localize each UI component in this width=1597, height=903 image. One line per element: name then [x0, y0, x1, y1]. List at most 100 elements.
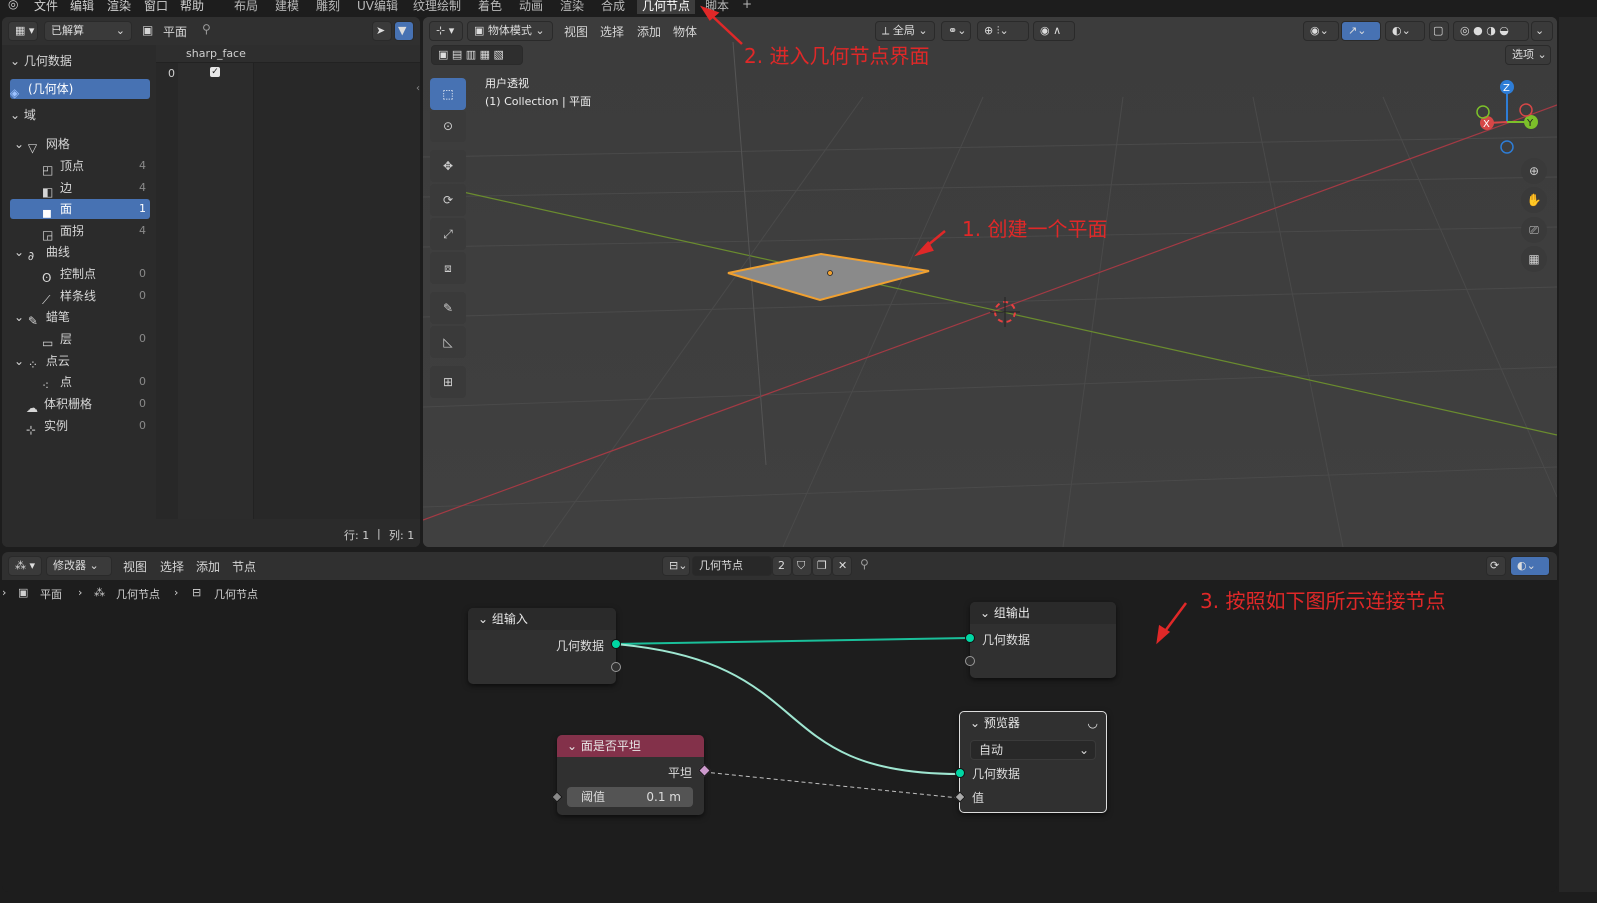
domain-dropdown[interactable]: 自动 ⌄ — [970, 740, 1096, 760]
tree-item-spline[interactable]: ⟋ 样条线 0 — [42, 286, 150, 307]
menu-render[interactable]: 渲染 — [107, 0, 131, 14]
geometry-input-socket[interactable] — [955, 768, 965, 778]
proportional-edit-icon[interactable]: ◉ ∧ — [1033, 21, 1075, 41]
transform-tool[interactable]: ⧈ — [430, 252, 466, 284]
zoom-icon[interactable]: ⊕ — [1521, 158, 1547, 184]
tab-compositing[interactable]: 合成 — [601, 0, 625, 14]
column-header[interactable]: sharp_face — [186, 47, 246, 60]
tab-scripting[interactable]: 脚本 — [705, 0, 729, 14]
perspective-grid-icon[interactable]: ▦ — [1521, 246, 1547, 272]
tree-item-grease-pencil[interactable]: ⌄ ✎ 蜡笔 — [14, 307, 150, 328]
tree-item-mesh[interactable]: ⌄ ▽ 网格 — [14, 134, 150, 155]
visibility-icon[interactable]: ◉⌄ — [1303, 21, 1339, 41]
transform-orientation-dropdown[interactable]: ⟂ 全局 ⌄ — [875, 21, 935, 41]
collapse-arrow-icon[interactable]: ‹ — [416, 83, 420, 94]
options-dropdown[interactable]: 选项 ⌄ — [1505, 45, 1551, 65]
cursor-tool[interactable]: ⊙ — [430, 110, 466, 142]
domain-section[interactable]: ⌄ 域 — [10, 105, 150, 125]
eval-mode-dropdown[interactable]: 已解算 ⌄ — [44, 21, 132, 41]
scale-tool[interactable]: ⤢ — [430, 218, 466, 250]
geometry-output-socket[interactable] — [611, 639, 621, 649]
tree-count: 0 — [139, 289, 146, 302]
move-tool[interactable]: ✥ — [430, 150, 466, 182]
add-workspace-button[interactable]: + — [742, 0, 752, 11]
menu-select[interactable]: 选择 — [600, 23, 624, 40]
select-box-tool[interactable]: ⬚ — [430, 78, 466, 110]
node-header[interactable]: ⌄ 组输出 — [970, 602, 1116, 624]
snap-icon[interactable]: ⊕ ⫶⌄ — [977, 21, 1029, 41]
editor-type-button[interactable]: ⊹ ▾ — [429, 21, 463, 41]
domain-title: 域 — [23, 108, 36, 122]
menu-edit[interactable]: 编辑 — [70, 0, 94, 14]
geometry-input-socket[interactable] — [965, 633, 975, 643]
menu-add[interactable]: 添加 — [637, 23, 661, 40]
tree-item-layer[interactable]: ▭ 层 0 — [42, 329, 150, 350]
annotation-step3: 3. 按照如下图所示连接节点 — [1200, 589, 1446, 613]
options-label: 选项 — [1512, 48, 1534, 61]
socket-label: 几何数据 — [972, 767, 1021, 781]
tab-layout[interactable]: 布局 — [234, 0, 258, 14]
menu-object[interactable]: 物体 — [673, 23, 697, 40]
shading-mode-group[interactable]: ◎ ● ◑ ◒ — [1453, 21, 1529, 41]
menu-view[interactable]: 视图 — [564, 23, 588, 40]
gizmo-toggle-icon[interactable]: ↗⌄ — [1341, 21, 1381, 41]
tree-item-point-cloud[interactable]: ⌄ ⁘ 点云 — [14, 351, 150, 372]
node-header[interactable]: ⌄ 组输入 — [468, 608, 616, 630]
3d-viewport[interactable]: ⊹ ▾ ▣ 物体模式 ⌄ 视图 选择 添加 物体 ⟂ 全局 ⌄ ⚭⌄ ⊕ ⫶⌄ … — [423, 17, 1557, 547]
geometry-item[interactable]: ◈ (几何体) — [10, 79, 150, 100]
empty-input-socket[interactable] — [965, 656, 975, 666]
chevron-down-icon: ⌄ — [14, 245, 25, 259]
rotate-tool[interactable]: ⟳ — [430, 184, 466, 216]
tree-item-edge[interactable]: ◧ 边 4 — [42, 178, 150, 199]
viewer-eye-icon[interactable]: ◡ — [1088, 712, 1098, 734]
menu-help[interactable]: 帮助 — [180, 0, 204, 14]
viewer-node[interactable]: ⌄ 预览器 ◡ 自动 ⌄ 几何数据 值 — [954, 711, 1107, 813]
group-input-node[interactable]: ⌄ 组输入 几何数据 — [468, 608, 621, 684]
select-mode-group[interactable]: ▣ ▤ ▥ ▦ ▧ — [431, 45, 523, 65]
tree-item-vertex[interactable]: ◰ 顶点 4 — [42, 156, 150, 177]
tab-rendering[interactable]: 渲染 — [560, 0, 584, 14]
tree-item-face[interactable]: ◼ 面 1 — [10, 199, 150, 220]
tab-uv-editing[interactable]: UV编辑 — [357, 0, 398, 14]
filter-icon[interactable]: ▼ — [394, 21, 414, 41]
tab-animation[interactable]: 动画 — [519, 0, 543, 14]
menu-file[interactable]: 文件 — [34, 0, 58, 14]
xray-icon[interactable]: ▢ — [1429, 21, 1449, 41]
tab-texture-paint[interactable]: 纹理绘制 — [413, 0, 461, 14]
navigation-gizmo[interactable]: Z Y X — [1471, 77, 1541, 157]
menu-window[interactable]: 窗口 — [144, 0, 168, 14]
shading-options-icon[interactable]: ⌄ — [1531, 21, 1553, 41]
empty-output-socket[interactable] — [611, 662, 621, 672]
tree-item-point[interactable]: ⁖ 点 0 — [42, 372, 150, 393]
tab-modeling[interactable]: 建模 — [275, 0, 299, 14]
tab-sculpting[interactable]: 雕刻 — [316, 0, 340, 14]
editor-type-button[interactable]: ▦ ▾ — [8, 21, 38, 41]
node-header[interactable]: ⌄ 预览器 ◡ — [960, 712, 1106, 734]
blender-logo-icon[interactable]: ◎ — [8, 0, 18, 11]
tree-item-instances[interactable]: ⊹ 实例 0 — [26, 416, 150, 437]
mode-dropdown[interactable]: ▣ 物体模式 ⌄ — [467, 21, 553, 41]
camera-icon[interactable]: ⎚ — [1521, 217, 1547, 243]
geometry-data-section[interactable]: ⌄ 几何数据 — [10, 51, 150, 71]
selected-only-toggle[interactable]: ➤ — [372, 21, 392, 41]
is-face-flat-node[interactable]: ⌄ 面是否平坦 平坦 阈值 0.1 m — [551, 735, 711, 815]
group-output-node[interactable]: ⌄ 组输出 几何数据 — [965, 602, 1116, 678]
tab-geometry-nodes[interactable]: 几何节点 — [637, 0, 696, 14]
tab-shading[interactable]: 着色 — [478, 0, 502, 14]
annotate-tool[interactable]: ✎ — [430, 292, 466, 324]
node-title: 面是否平坦 — [580, 739, 641, 753]
pivot-point-icon[interactable]: ⚭⌄ — [941, 21, 971, 41]
tree-item-control-point[interactable]: ʘ 控制点 0 — [42, 264, 150, 285]
pin-icon[interactable]: ⚲ — [202, 22, 211, 36]
add-cube-tool[interactable]: ⊞ — [430, 366, 466, 398]
node-header[interactable]: ⌄ 面是否平坦 — [557, 735, 704, 757]
tree-item-face-corner[interactable]: ◲ 面拐 4 — [42, 221, 150, 242]
pan-hand-icon[interactable]: ✋ — [1521, 187, 1547, 213]
threshold-label: 阈值 — [581, 790, 606, 804]
threshold-field[interactable]: 阈值 0.1 m — [567, 787, 693, 807]
gizmo-z-label: Z — [1503, 83, 1510, 94]
overlay-toggle-icon[interactable]: ◐⌄ — [1385, 21, 1425, 41]
tree-item-curve[interactable]: ⌄ ∂ 曲线 — [14, 242, 150, 263]
tree-item-volume-grids[interactable]: ☁ 体积栅格 0 — [26, 394, 150, 415]
measure-tool[interactable]: ◺ — [430, 326, 466, 358]
